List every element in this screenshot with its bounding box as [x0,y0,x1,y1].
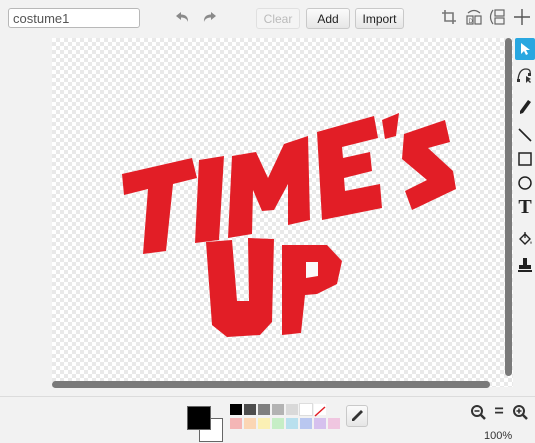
flip-vertical-icon[interactable] [487,6,509,28]
palette-swatch[interactable] [314,418,326,429]
transparent-swatch[interactable] [314,404,326,417]
import-button[interactable]: Import [355,8,404,29]
crop-icon[interactable] [438,6,460,28]
eyedropper-button[interactable] [346,405,368,427]
rectangle-icon[interactable] [515,148,535,170]
pencil-icon[interactable] [515,96,535,118]
flip-horizontal-icon[interactable]: D [463,6,485,28]
eyedropper-icon [352,410,363,421]
fill-bucket-icon[interactable] [515,228,535,250]
reshape-icon[interactable] [515,64,535,86]
stamp-icon[interactable] [515,254,535,276]
artwork-glyph-shape [206,238,274,337]
add-button[interactable]: Add [306,8,350,29]
primary-color-swatch[interactable] [187,406,211,430]
palette-swatch[interactable] [286,404,298,415]
zoom-out-icon[interactable] [468,402,488,422]
times-up-artwork [122,113,456,337]
costume-name-input[interactable] [8,8,140,28]
artwork-glyph-shape [402,120,456,210]
palette-swatch[interactable] [230,418,242,429]
horizontal-scrollbar[interactable] [52,381,490,388]
select-arrow-icon[interactable] [515,38,535,60]
tool-palette: T [513,36,535,281]
redo-icon[interactable] [198,6,220,28]
artwork-glyph-shape [122,158,197,254]
palette-swatch[interactable] [272,404,284,415]
vertical-scrollbar[interactable] [505,38,512,376]
clear-button[interactable]: Clear [256,8,300,29]
ellipse-icon[interactable] [515,172,535,194]
undo-icon[interactable] [172,6,194,28]
text-tool-glyph: T [518,196,532,218]
zoom-reset-glyph: = [494,403,504,420]
artwork-glyph-shape [317,116,382,220]
artwork-glyph-shape [382,113,399,139]
zoom-in-icon[interactable] [510,402,530,422]
paint-editor: Clear Add Import D [0,0,535,443]
line-icon[interactable] [515,124,535,146]
drawing-canvas[interactable] [52,38,513,387]
palette-swatch[interactable] [258,404,270,415]
palette-swatch[interactable] [286,418,298,429]
set-center-icon[interactable] [511,6,533,28]
palette-swatch[interactable] [244,418,256,429]
zoom-level-label: 100% [484,430,513,442]
top-toolbar: Clear Add Import D [0,0,535,34]
svg-text:D: D [469,19,474,25]
palette-swatch[interactable] [244,404,256,415]
zoom-reset-icon[interactable]: = [489,402,509,422]
palette-swatch[interactable] [328,418,340,429]
artwork-glyph-shape [282,245,342,335]
palette-swatch[interactable] [300,418,312,429]
artwork-shapes [122,113,456,337]
artwork-glyph-shape [228,136,310,238]
text-icon[interactable]: T [515,196,535,218]
artwork-glyph-shape [195,156,224,243]
artwork-glyph-counter [306,262,318,278]
palette-swatch[interactable] [299,403,313,416]
palette-swatch[interactable] [272,418,284,429]
palette-swatch[interactable] [230,404,242,415]
palette-swatch[interactable] [258,418,270,429]
